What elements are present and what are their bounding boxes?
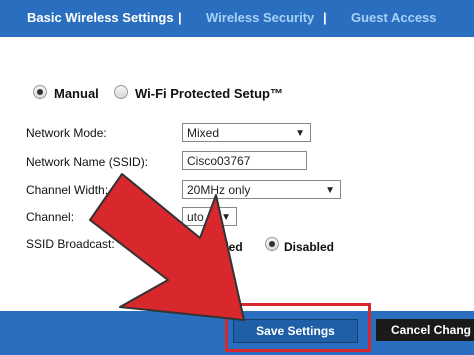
red-arrow-icon xyxy=(89,173,245,321)
